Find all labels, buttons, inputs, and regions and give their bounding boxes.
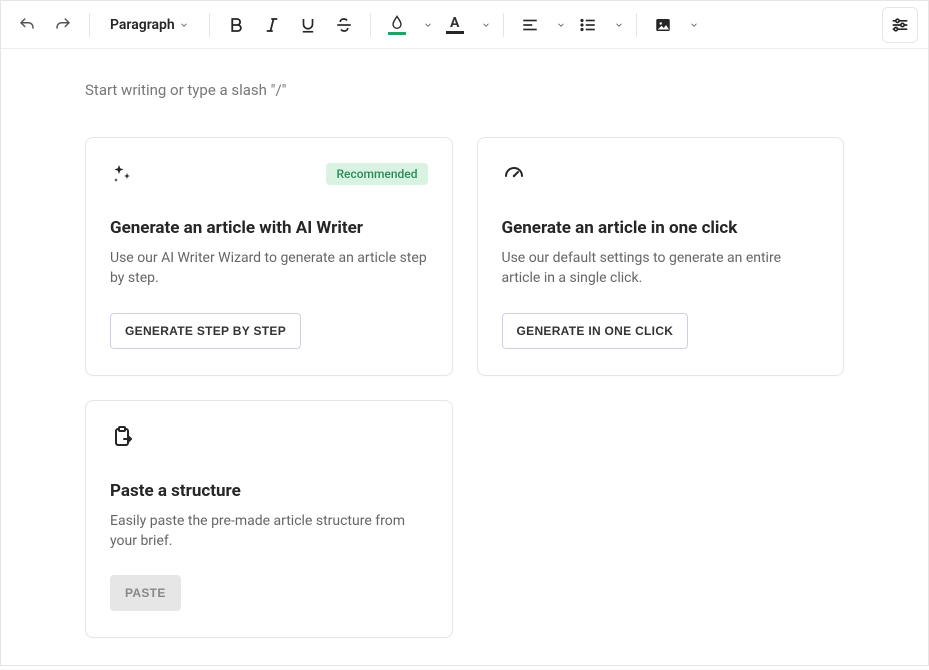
text-color-swatch	[446, 31, 464, 34]
image-icon	[654, 16, 672, 34]
list-dropdown[interactable]	[608, 9, 626, 41]
italic-button[interactable]	[256, 9, 288, 41]
highlight-color-dropdown[interactable]	[417, 9, 435, 41]
toolbar-separator	[209, 13, 210, 37]
editor-area[interactable]: Start writing or type a slash "/" Recomm…	[1, 49, 928, 670]
strikethrough-button[interactable]	[328, 9, 360, 41]
sparkles-icon	[110, 162, 134, 186]
starter-cards: Recommended Generate an article with AI …	[85, 137, 844, 638]
card-description: Use our default settings to generate an …	[502, 248, 820, 289]
toolbar-separator	[89, 13, 90, 37]
insert-image-dropdown[interactable]	[683, 9, 701, 41]
text-color-icon: A	[450, 16, 459, 30]
generate-one-click-button[interactable]: GENERATE IN ONE CLICK	[502, 313, 689, 349]
card-description: Easily paste the pre-made article struct…	[110, 511, 428, 552]
block-format-label: Paragraph	[110, 17, 175, 33]
toolbar-separator	[503, 13, 504, 37]
generate-step-by-step-button[interactable]: GENERATE STEP BY STEP	[110, 313, 301, 349]
card-title: Generate an article with AI Writer	[110, 218, 428, 238]
paste-structure-button[interactable]: PASTE	[110, 575, 181, 611]
highlight-color-swatch	[388, 32, 406, 35]
italic-icon	[263, 16, 281, 34]
editor-placeholder: Start writing or type a slash "/"	[85, 81, 844, 99]
editor-settings-button[interactable]	[882, 7, 918, 43]
speedometer-icon	[502, 162, 526, 186]
clipboard-paste-icon	[110, 425, 134, 449]
toolbar-separator	[370, 13, 371, 37]
align-dropdown[interactable]	[550, 9, 568, 41]
card-paste-structure: Paste a structure Easily paste the pre-m…	[85, 400, 453, 639]
card-title: Paste a structure	[110, 481, 428, 501]
text-color-button[interactable]: A	[439, 9, 471, 41]
text-color-dropdown[interactable]	[475, 9, 493, 41]
chevron-down-icon	[689, 20, 699, 30]
recommended-badge: Recommended	[326, 163, 427, 185]
chevron-down-icon	[481, 20, 491, 30]
strikethrough-icon	[335, 16, 353, 34]
redo-button[interactable]	[47, 9, 79, 41]
card-description: Use our AI Writer Wizard to generate an …	[110, 248, 428, 289]
undo-icon	[18, 16, 36, 34]
sliders-icon	[890, 15, 910, 35]
chevron-down-icon	[423, 20, 433, 30]
list-icon	[579, 16, 597, 34]
undo-button[interactable]	[11, 9, 43, 41]
card-one-click: Generate an article in one click Use our…	[477, 137, 845, 376]
toolbar: Paragraph A	[1, 1, 928, 49]
underline-icon	[299, 16, 317, 34]
bold-icon	[227, 16, 245, 34]
chevron-down-icon	[614, 20, 624, 30]
card-ai-wizard: Recommended Generate an article with AI …	[85, 137, 453, 376]
chevron-down-icon	[556, 20, 566, 30]
underline-button[interactable]	[292, 9, 324, 41]
toolbar-separator	[636, 13, 637, 37]
align-left-icon	[521, 16, 539, 34]
block-format-select[interactable]: Paragraph	[100, 9, 199, 41]
bold-button[interactable]	[220, 9, 252, 41]
list-button[interactable]	[572, 9, 604, 41]
align-button[interactable]	[514, 9, 546, 41]
insert-image-button[interactable]	[647, 9, 679, 41]
redo-icon	[54, 16, 72, 34]
card-title: Generate an article in one click	[502, 218, 820, 238]
chevron-down-icon	[179, 20, 189, 30]
highlight-icon	[389, 15, 405, 31]
highlight-color-button[interactable]	[381, 9, 413, 41]
